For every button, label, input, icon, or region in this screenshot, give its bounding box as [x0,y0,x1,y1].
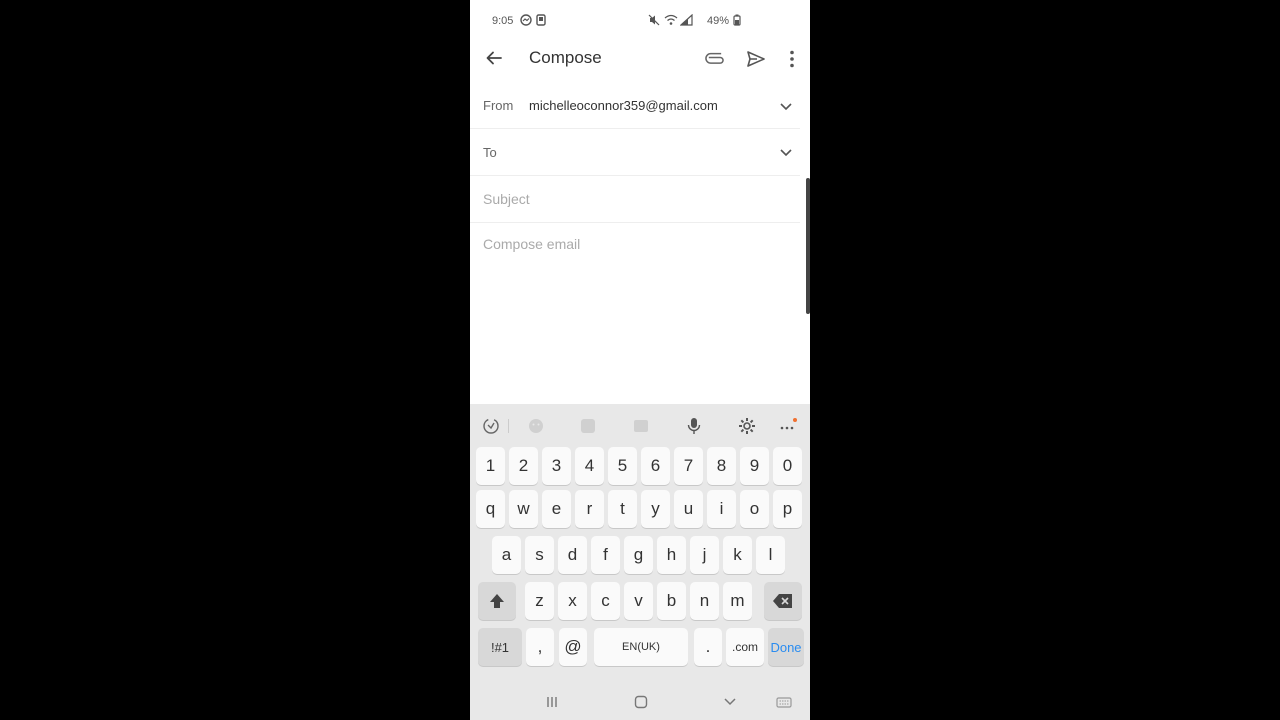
key-i[interactable]: i [707,490,736,528]
key-1[interactable]: 1 [476,447,505,485]
key-x[interactable]: x [558,582,587,620]
key-m[interactable]: m [723,582,752,620]
subject-input[interactable]: Subject [483,191,530,207]
from-label: From [483,98,514,113]
key-n[interactable]: n [690,582,719,620]
key-s[interactable]: s [525,536,554,574]
key-7[interactable]: 7 [674,447,703,485]
key-f[interactable]: f [591,536,620,574]
attachment-icon[interactable] [705,48,727,70]
key-z[interactable]: z [525,582,554,620]
key-a[interactable]: a [492,536,521,574]
key-t[interactable]: t [608,490,637,528]
status-bar: 9:05 49% [470,0,810,40]
key-c[interactable]: c [591,582,620,620]
emoji-icon[interactable] [526,416,546,436]
comma-key[interactable]: , [526,628,554,666]
compose-email-input[interactable]: Compose email [483,236,580,252]
chevron-down-icon[interactable] [778,144,794,160]
battery-percentage: 49% [707,15,730,27]
compose-app-bar: Compose [470,40,810,78]
shift-key[interactable] [478,582,516,620]
key-q[interactable]: q [476,490,505,528]
toolbar-divider [508,419,509,433]
recent-apps-icon[interactable] [544,694,560,710]
keyboard-switch-icon[interactable] [776,694,792,710]
keyboard-mode-icon[interactable] [481,416,501,436]
settings-gear-icon[interactable] [737,416,757,436]
done-key[interactable]: Done [768,628,804,666]
key-2[interactable]: 2 [509,447,538,485]
from-address: michelleoconnor359@gmail.com [529,98,718,113]
messenger-notification-icon [520,14,532,26]
backspace-icon [773,594,792,608]
key-b[interactable]: b [657,582,686,620]
back-arrow-icon[interactable] [484,48,504,68]
key-9[interactable]: 9 [740,447,769,485]
divider [470,128,800,129]
key-v[interactable]: v [624,582,653,620]
backspace-key[interactable] [764,582,802,620]
hide-keyboard-icon[interactable] [722,694,738,710]
key-o[interactable]: o [740,490,769,528]
key-6[interactable]: 6 [641,447,670,485]
chevron-down-icon[interactable] [778,98,794,114]
to-field[interactable]: To [470,134,810,170]
key-e[interactable]: e [542,490,571,528]
key-p[interactable]: p [773,490,802,528]
at-key[interactable]: @ [559,628,587,666]
key-u[interactable]: u [674,490,703,528]
key-r[interactable]: r [575,490,604,528]
scrollbar[interactable] [806,178,810,314]
from-field[interactable]: From michelleoconnor359@gmail.com [470,88,810,124]
key-g[interactable]: g [624,536,653,574]
key-h[interactable]: h [657,536,686,574]
system-navigation-bar [470,684,810,720]
dotcom-key[interactable]: .com [726,628,764,666]
sticker-icon[interactable] [578,416,598,436]
period-key[interactable]: . [694,628,722,666]
key-l[interactable]: l [756,536,785,574]
phone-screen: 9:05 49% Compose From michelleoconnor359… [470,0,810,720]
notification-icon [536,14,546,26]
divider [470,222,800,223]
mute-icon [648,14,660,26]
key-5[interactable]: 5 [608,447,637,485]
status-time: 9:05 [492,15,514,27]
key-j[interactable]: j [690,536,719,574]
battery-icon [733,14,741,26]
page-title: Compose [529,48,602,67]
shift-arrow-icon [490,594,504,608]
more-tools-icon[interactable] [778,416,798,436]
on-screen-keyboard: 1 2 3 4 5 6 7 8 9 0 q w e r t y u i o p … [470,404,810,720]
send-icon[interactable] [745,48,767,70]
to-label: To [483,145,497,160]
key-w[interactable]: w [509,490,538,528]
key-d[interactable]: d [558,536,587,574]
key-8[interactable]: 8 [707,447,736,485]
key-4[interactable]: 4 [575,447,604,485]
microphone-icon[interactable] [684,416,704,436]
symbols-key[interactable]: !#1 [478,628,522,666]
gif-icon[interactable] [631,416,651,436]
home-icon[interactable] [633,694,649,710]
key-y[interactable]: y [641,490,670,528]
divider [470,175,800,176]
more-options-icon[interactable] [781,48,803,70]
key-k[interactable]: k [723,536,752,574]
key-0[interactable]: 0 [773,447,802,485]
keyboard-toolbar [470,404,810,448]
signal-icon [680,14,693,26]
key-3[interactable]: 3 [542,447,571,485]
space-key[interactable]: EN(UK) [594,628,688,666]
wifi-icon [664,14,678,25]
